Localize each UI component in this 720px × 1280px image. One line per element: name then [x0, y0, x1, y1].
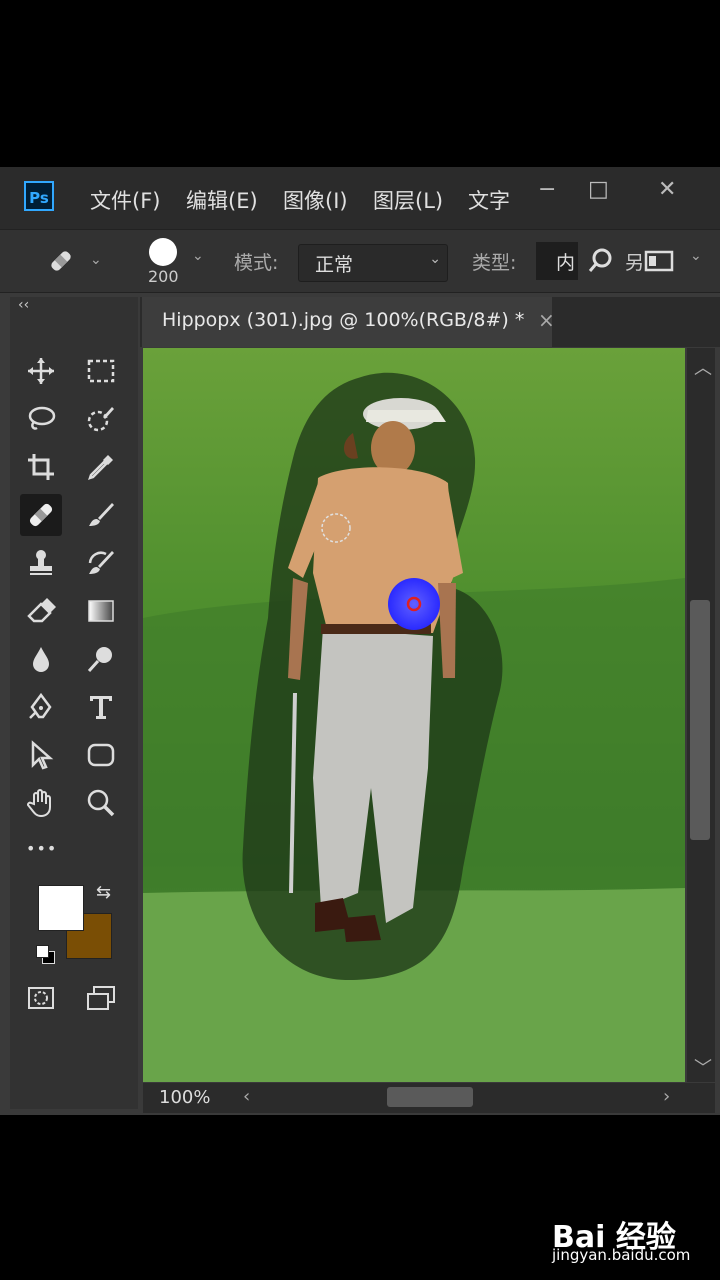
- horizontal-scroll-thumb[interactable]: [387, 1087, 473, 1107]
- search-icon[interactable]: [580, 240, 622, 282]
- quick-mask-icon[interactable]: [20, 977, 62, 1019]
- healing-brush-preset-icon[interactable]: [40, 240, 82, 282]
- baidu-jingyan-url: jingyan.baidu.com: [552, 1246, 691, 1264]
- default-colors-icon[interactable]: [36, 945, 55, 964]
- history-brush-tool-icon[interactable]: [80, 542, 122, 584]
- status-bar: 100% ‹ ›: [143, 1083, 715, 1113]
- toolbox: ‹‹ ••• ⇆: [10, 297, 138, 1109]
- menu-bar: Ps 文件(F) 编辑(E) 图像(I) 图层(L) 文字 − □ ✕: [0, 167, 720, 229]
- dodge-tool-icon[interactable]: [80, 638, 122, 680]
- minimize-button[interactable]: −: [538, 177, 556, 202]
- mode-select[interactable]: 正常 ⌄: [298, 244, 448, 282]
- menu-file[interactable]: 文件(F): [90, 185, 160, 215]
- type-tool-icon[interactable]: [80, 686, 122, 728]
- photoshop-window: Ps 文件(F) 编辑(E) 图像(I) 图层(L) 文字 − □ ✕ ⌄ 20…: [0, 167, 720, 1115]
- brush-tip-icon[interactable]: [149, 238, 177, 266]
- move-tool-icon[interactable]: [20, 350, 62, 392]
- zoom-tool-icon[interactable]: [80, 782, 122, 824]
- document-tab[interactable]: Hippopx (301).jpg @ 100%(RGB/8#) * ×: [142, 297, 555, 347]
- foreground-color-swatch[interactable]: [38, 885, 84, 931]
- vertical-scrollbar[interactable]: ︿ ﹀: [687, 348, 715, 1082]
- scroll-left-icon[interactable]: ‹: [243, 1086, 250, 1107]
- scroll-up-icon[interactable]: ︿: [694, 354, 712, 380]
- quick-selection-tool-icon[interactable]: [80, 398, 122, 440]
- clone-stamp-tool-icon[interactable]: [20, 542, 62, 584]
- brush-tool-icon[interactable]: [80, 494, 122, 536]
- close-tab-icon[interactable]: ×: [538, 308, 555, 332]
- menu-layer[interactable]: 图层(L): [373, 185, 443, 215]
- rectangle-tool-icon[interactable]: [80, 734, 122, 776]
- close-window-button[interactable]: ✕: [658, 177, 676, 202]
- menu-edit[interactable]: 编辑(E): [186, 185, 258, 215]
- hand-tool-icon[interactable]: [20, 782, 62, 824]
- type-value: 内: [556, 252, 576, 274]
- document-tab-title: Hippopx (301).jpg @ 100%(RGB/8#) *: [162, 309, 525, 331]
- options-bar: ⌄ 200 ⌄ 模式: 正常 ⌄ 类型: 内 另 ⌄: [0, 229, 720, 293]
- chevron-down-icon: ⌄: [429, 251, 441, 267]
- eyedropper-tool-icon[interactable]: [80, 446, 122, 488]
- scroll-right-icon[interactable]: ›: [663, 1086, 670, 1107]
- maximize-button[interactable]: □: [588, 177, 609, 202]
- document-tab-bar: Hippopx (301).jpg @ 100%(RGB/8#) * ×: [140, 297, 720, 347]
- brush-size-value: 200: [148, 267, 179, 286]
- photoshop-logo: Ps: [24, 181, 54, 211]
- document-canvas[interactable]: [143, 348, 685, 1082]
- spot-healing-brush-tool-icon[interactable]: [20, 494, 62, 536]
- swap-colors-icon[interactable]: ⇆: [96, 882, 111, 903]
- type-field[interactable]: 内: [536, 242, 578, 280]
- mode-label: 模式:: [234, 252, 279, 274]
- mode-value: 正常: [315, 254, 354, 276]
- collapse-toolbox-icon[interactable]: ‹‹: [18, 297, 29, 313]
- vertical-scroll-thumb[interactable]: [690, 600, 710, 840]
- chevron-down-icon[interactable]: ⌄: [90, 252, 102, 268]
- chevron-down-icon[interactable]: ⌄: [192, 248, 204, 264]
- crop-tool-icon[interactable]: [20, 446, 62, 488]
- marquee-tool-icon[interactable]: [80, 350, 122, 392]
- pen-tool-icon[interactable]: [20, 686, 62, 728]
- screen-mode-icon[interactable]: [80, 977, 122, 1019]
- gradient-tool-icon[interactable]: [80, 590, 122, 632]
- path-selection-tool-icon[interactable]: [20, 734, 62, 776]
- menu-image[interactable]: 图像(I): [283, 185, 348, 215]
- blur-tool-icon[interactable]: [20, 638, 62, 680]
- chevron-down-icon[interactable]: ⌄: [690, 248, 702, 264]
- zoom-level[interactable]: 100%: [159, 1087, 210, 1108]
- more-tools-icon[interactable]: •••: [26, 839, 57, 858]
- type-label: 类型:: [472, 252, 517, 274]
- menu-type[interactable]: 文字: [468, 185, 510, 215]
- golf-photo: [143, 348, 685, 1082]
- panel-toggle-icon[interactable]: [638, 240, 680, 282]
- scroll-down-icon[interactable]: ﹀: [694, 1054, 712, 1080]
- lasso-tool-icon[interactable]: [20, 398, 62, 440]
- eraser-tool-icon[interactable]: [20, 590, 62, 632]
